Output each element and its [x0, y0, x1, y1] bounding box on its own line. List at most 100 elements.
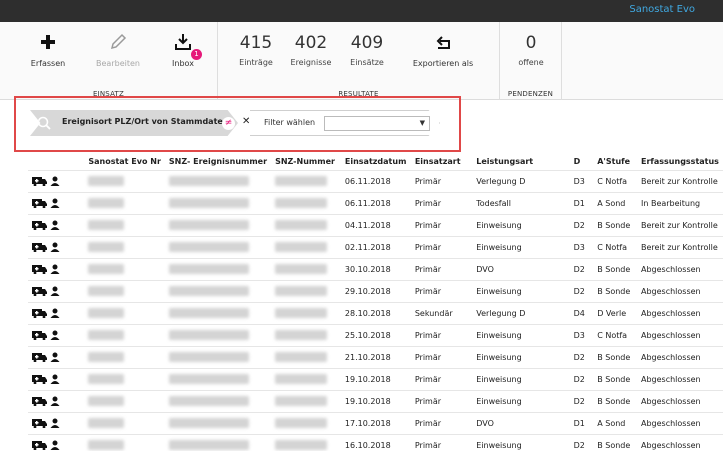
- table-cell: Primär: [410, 235, 473, 258]
- table-cell: DVO: [472, 257, 570, 280]
- column-header[interactable]: D: [570, 154, 594, 170]
- erfassen-button[interactable]: Erfassen: [18, 28, 78, 68]
- ribbon-toolbar: Erfassen Bearbeiten Inbox 1 EINSATZ 415 …: [0, 22, 723, 100]
- person-icon: [50, 330, 60, 340]
- table-cell: 16.10.2018: [340, 433, 411, 451]
- table-cell: Abgeschlossen: [636, 323, 723, 346]
- table-cell: Primär: [410, 411, 473, 434]
- export-icon: [436, 36, 450, 49]
- table-row[interactable]: 29.10.2018 Primär Einweisung D2 B Sonde Abges…: [28, 279, 723, 302]
- table-header-row: Sanostat Evo Nr SNZ- Ereignisnummer SNZ-Nu…: [28, 154, 723, 170]
- caret-down-icon: ▼: [419, 119, 425, 127]
- redacted-cell: [164, 213, 272, 236]
- row-icons-cell: [28, 301, 85, 324]
- ereignisse-count: 402: [294, 33, 328, 53]
- table-row[interactable]: 30.10.2018 Primär DVO D2 B Sonde Abgeschlosse…: [28, 257, 723, 280]
- redacted-cell: [84, 323, 165, 346]
- table-cell: Einweisung: [472, 345, 570, 368]
- table-cell: 04.11.2018: [340, 213, 411, 236]
- table-row[interactable]: 21.10.2018 Primär Einweisung D2 B Sonde Abges…: [28, 345, 723, 368]
- table-row[interactable]: 06.11.2018 Primär Todesfall D1 A Sond In Bear…: [28, 191, 723, 214]
- einsaetze-stat[interactable]: 409 Einsätze: [339, 30, 395, 67]
- redacted-cell: [271, 367, 341, 390]
- offene-count: 0: [525, 33, 537, 53]
- redacted-cell: [271, 323, 341, 346]
- table-cell: A Sond: [593, 411, 637, 434]
- table-cell: Primär: [410, 323, 473, 346]
- redacted-cell: [84, 213, 165, 236]
- redacted-cell: [164, 169, 272, 192]
- not-equal-operator-button[interactable]: ≠: [222, 117, 235, 130]
- table-cell: D Verle: [593, 301, 637, 324]
- table-cell: In Bearbeitung: [636, 191, 723, 214]
- table-cell: D3: [569, 235, 594, 258]
- table-row[interactable]: 16.10.2018 Primär Einweisung D2 B Sonde Abges…: [28, 433, 723, 451]
- table-cell: Primär: [410, 345, 473, 368]
- table-cell: Einweisung: [472, 235, 570, 258]
- table-cell: 29.10.2018: [340, 279, 411, 302]
- row-icons-cell: [28, 213, 85, 236]
- ambulance-icon: [32, 441, 47, 451]
- redacted-cell: [164, 279, 272, 302]
- erfassen-label: Erfassen: [30, 59, 66, 68]
- table-row[interactable]: 25.10.2018 Primär Einweisung D3 C Notfa Abges…: [28, 323, 723, 346]
- column-header[interactable]: [28, 154, 84, 170]
- table-cell: Todesfall: [472, 191, 570, 214]
- inbox-download-icon: [175, 34, 191, 50]
- column-header[interactable]: SNZ-Nummer: [271, 154, 341, 170]
- row-icons-cell: [28, 323, 85, 346]
- table-cell: B Sonde: [593, 345, 637, 368]
- ereignisse-stat[interactable]: 402 Ereignisse: [283, 30, 339, 67]
- inbox-label: Inbox: [172, 59, 194, 68]
- table-cell: D4: [569, 301, 594, 324]
- search-icon: [37, 116, 51, 130]
- pencil-icon: [110, 33, 127, 50]
- column-header[interactable]: SNZ- Ereignisnummer: [165, 154, 271, 170]
- table-cell: Primär: [410, 367, 473, 390]
- redacted-cell: [164, 301, 272, 324]
- offene-stat[interactable]: 0 offene: [503, 30, 559, 67]
- table-cell: Primär: [410, 389, 473, 412]
- column-header[interactable]: Erfassungsstatus: [637, 154, 723, 170]
- table-cell: 17.10.2018: [340, 411, 411, 434]
- table-cell: Einweisung: [472, 279, 570, 302]
- person-icon: [50, 418, 60, 428]
- ambulance-icon: [32, 287, 47, 296]
- table-row[interactable]: 02.11.2018 Primär Einweisung D3 C Notfa Berei…: [28, 235, 723, 258]
- table-cell: B Sonde: [593, 279, 637, 302]
- table-cell: Abgeschlossen: [636, 279, 723, 302]
- eintraege-stat[interactable]: 415 Einträge: [228, 30, 284, 67]
- person-icon: [50, 286, 60, 296]
- table-row[interactable]: 19.10.2018 Primär Einweisung D2 B Sonde Abges…: [28, 367, 723, 390]
- filter-select[interactable]: ▼: [324, 116, 430, 131]
- einsatz-table: Sanostat Evo Nr SNZ- Ereignisnummer SNZ-Nu…: [28, 154, 723, 451]
- table-cell: D2: [569, 345, 594, 368]
- table-row[interactable]: 28.10.2018 Sekundär Verlegung D D4 D Verle Ab…: [28, 301, 723, 324]
- active-filter-chip[interactable]: Ereignisort PLZ/Ort von Stammdaten ≠: [30, 110, 238, 136]
- column-header[interactable]: Sanostat Evo Nr: [84, 154, 165, 170]
- exportieren-button[interactable]: Exportieren als: [408, 28, 478, 68]
- table-cell: 28.10.2018: [340, 301, 411, 324]
- column-header[interactable]: Einsatzdatum: [341, 154, 411, 170]
- table-cell: 19.10.2018: [340, 367, 411, 390]
- remove-filter-button[interactable]: ✕: [242, 116, 250, 127]
- ambulance-icon: [32, 375, 47, 384]
- redacted-cell: [271, 169, 341, 192]
- table-cell: B Sonde: [593, 257, 637, 280]
- table-row[interactable]: 19.10.2018 Primär Einweisung D2 B Sonde Abges…: [28, 389, 723, 412]
- table-cell: Abgeschlossen: [636, 301, 723, 324]
- table-row[interactable]: 17.10.2018 Primär DVO D1 A Sond Abgeschlossen: [28, 411, 723, 434]
- table-cell: B Sonde: [593, 367, 637, 390]
- table-row[interactable]: 04.11.2018 Primär Einweisung D2 B Sonde Berei…: [28, 213, 723, 236]
- offene-label: offene: [518, 58, 544, 67]
- table-cell: D2: [569, 279, 594, 302]
- bearbeiten-button[interactable]: Bearbeiten: [88, 28, 148, 68]
- column-header[interactable]: A'Stufe: [593, 154, 637, 170]
- table-cell: Bereit zur Kontrolle: [636, 213, 723, 236]
- table-row[interactable]: 06.11.2018 Primär Verlegung D D3 C Notfa Bere…: [28, 169, 723, 192]
- column-header[interactable]: Leistungsart: [472, 154, 569, 170]
- inbox-button[interactable]: Inbox: [153, 28, 213, 68]
- table-cell: Einweisung: [472, 433, 570, 451]
- eintraege-count: 415: [239, 33, 273, 53]
- column-header[interactable]: Einsatzart: [411, 154, 472, 170]
